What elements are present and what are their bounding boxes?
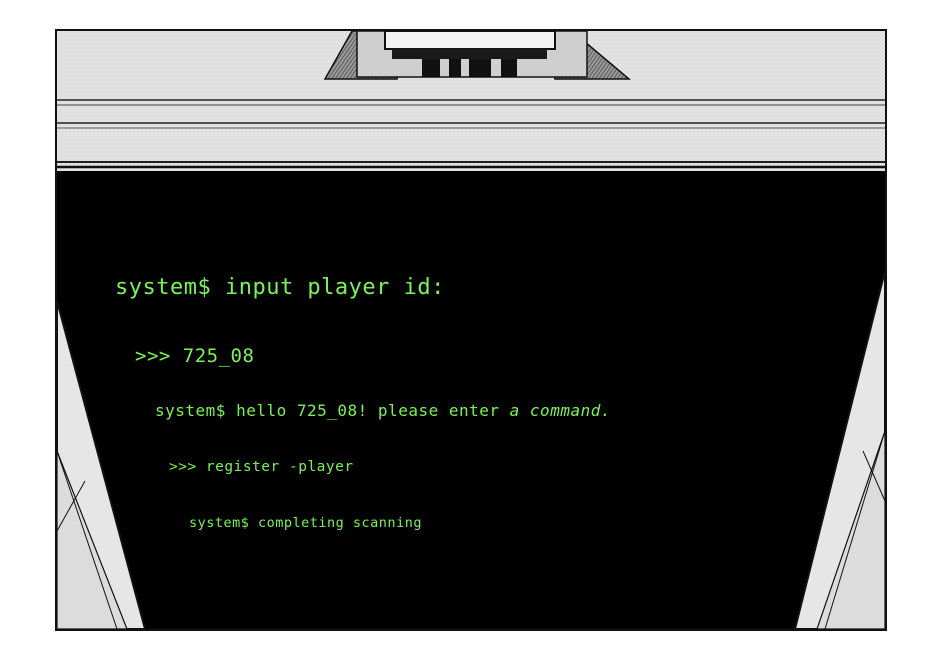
greeting-text: system$ hello 725_08! please enter [155,401,510,420]
terminal-line-status: system$ completing scanning [189,515,422,531]
greeting-italic-text: a command. [509,401,611,420]
terminal-line-player-id: >>> 725_08 [135,345,255,367]
terminal-screen: system$ input player id: >>> 725_08 syst… [57,31,885,629]
terminal-line-greeting: system$ hello 725_08! please enter a com… [155,401,611,420]
terminal-line-command: >>> register -player [169,459,354,475]
comic-panel: system$ input player id: >>> 725_08 syst… [55,29,887,631]
terminal-line-prompt: system$ input player id: [115,275,445,300]
